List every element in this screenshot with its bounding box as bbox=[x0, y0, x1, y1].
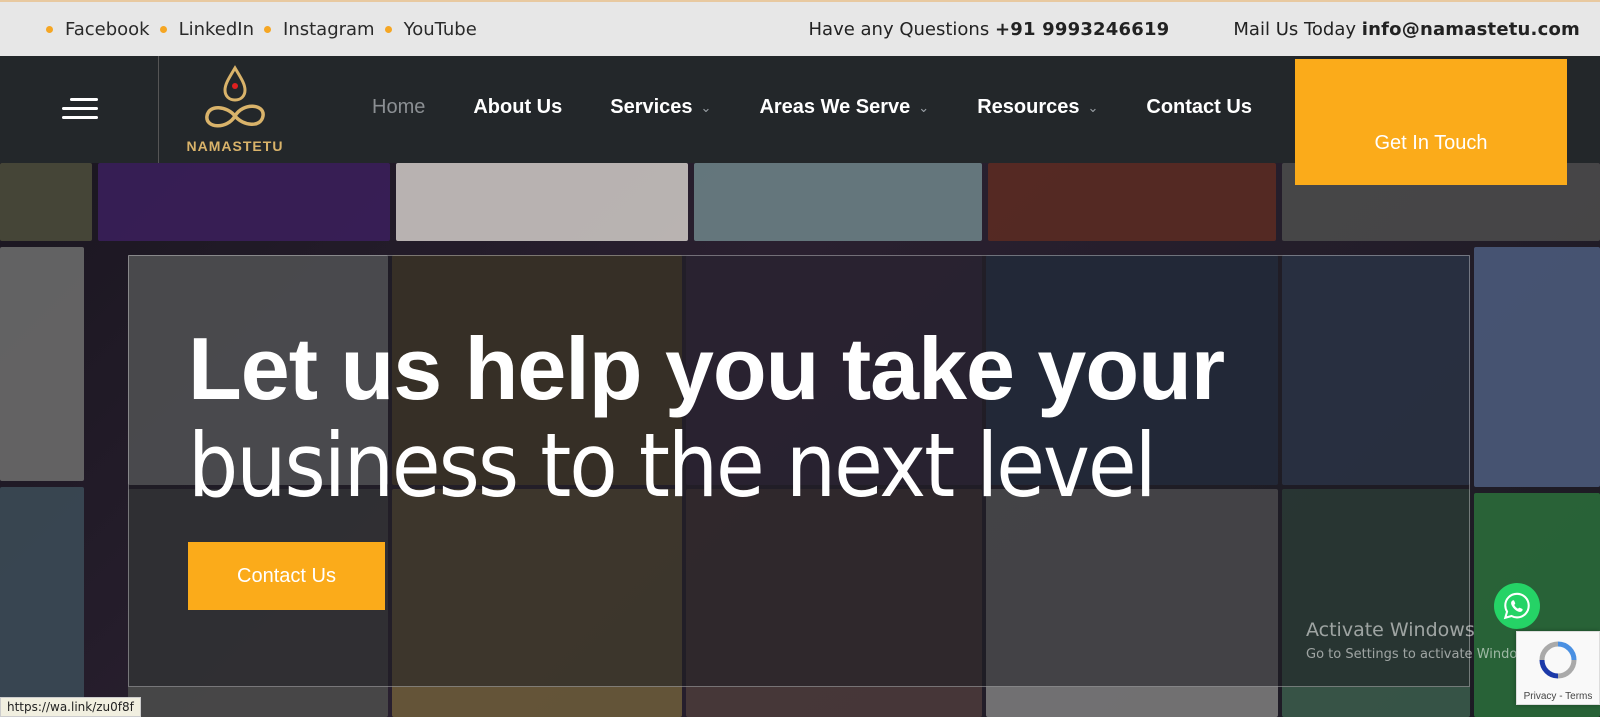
nav-item-label: Home bbox=[372, 96, 426, 118]
recaptcha-badge[interactable]: Privacy - Terms bbox=[1516, 631, 1600, 705]
nav-item-services[interactable]: Services ⌄ bbox=[610, 96, 711, 119]
bullet-dot-icon bbox=[46, 25, 53, 33]
bullet-dot-icon bbox=[159, 25, 167, 33]
email-info: Mail Us Today info@namastetu.com bbox=[1233, 19, 1580, 40]
hero-line-2: business to the next level bbox=[188, 414, 1157, 518]
get-in-touch-button[interactable]: Get In Touch bbox=[1295, 59, 1567, 185]
nav-item-areas[interactable]: Areas We Serve ⌄ bbox=[759, 96, 929, 119]
instagram-link[interactable]: Instagram bbox=[283, 19, 375, 40]
phone-info: Have any Questions +91 9993246619 bbox=[809, 19, 1170, 40]
nav-item-label: Services bbox=[610, 96, 693, 118]
nav-item-label: About Us bbox=[473, 96, 563, 118]
logo-text: NAMASTETU bbox=[186, 138, 284, 154]
phone-label: Have any Questions bbox=[808, 18, 990, 40]
recaptcha-terms[interactable]: Privacy - Terms bbox=[1517, 691, 1599, 702]
nav-menu: Home About Us Services ⌄ Areas We Serve ⌄ … bbox=[372, 96, 1300, 119]
facebook-link[interactable]: Facebook bbox=[65, 19, 150, 40]
contact-us-button[interactable]: Contact Us bbox=[188, 542, 385, 610]
browser-status-url: https://wa.link/zu0f8f bbox=[0, 697, 141, 717]
social-instagram[interactable]: Instagram bbox=[264, 19, 375, 40]
recaptcha-icon bbox=[1539, 641, 1577, 679]
youtube-link[interactable]: YouTube bbox=[404, 19, 477, 40]
bullet-dot-icon bbox=[264, 25, 272, 33]
hamburger-menu-icon[interactable] bbox=[62, 98, 98, 120]
bullet-dot-icon bbox=[384, 25, 392, 33]
nav-item-home[interactable]: Home bbox=[372, 96, 425, 119]
nav-item-contact[interactable]: Contact Us bbox=[1146, 96, 1252, 119]
social-facebook[interactable]: Facebook bbox=[46, 19, 150, 40]
activate-windows-watermark: Activate Windows Go to Settings to activ… bbox=[1306, 619, 1539, 662]
activate-windows-subtitle: Go to Settings to activate Windows. bbox=[1306, 647, 1539, 662]
nav-item-resources[interactable]: Resources ⌄ bbox=[977, 96, 1098, 119]
nav-divider bbox=[158, 56, 159, 163]
nav-item-about[interactable]: About Us bbox=[473, 96, 562, 119]
social-youtube[interactable]: YouTube bbox=[384, 19, 477, 40]
hero-line-1: Let us help you take your bbox=[188, 319, 1225, 418]
email-label: Mail Us Today bbox=[1233, 18, 1357, 40]
social-linkedin[interactable]: LinkedIn bbox=[159, 19, 254, 40]
linkedin-link[interactable]: LinkedIn bbox=[179, 19, 254, 40]
chevron-down-icon: ⌄ bbox=[1087, 99, 1099, 115]
hero-section: Let us help you take your business to th… bbox=[0, 163, 1600, 717]
chevron-down-icon: ⌄ bbox=[700, 99, 712, 115]
social-links: Facebook LinkedIn Instagram YouTube bbox=[46, 19, 487, 40]
logo[interactable]: NAMASTETU bbox=[180, 64, 290, 156]
nav-item-label: Resources bbox=[977, 96, 1080, 118]
nav-item-label: Contact Us bbox=[1146, 96, 1252, 118]
activate-windows-title: Activate Windows bbox=[1306, 619, 1475, 641]
top-bar: Facebook LinkedIn Instagram YouTube Have… bbox=[0, 0, 1600, 56]
phone-number[interactable]: +91 9993246619 bbox=[995, 19, 1169, 40]
hero-headline: Let us help you take your business to th… bbox=[188, 319, 1225, 518]
email-address[interactable]: info@namastetu.com bbox=[1362, 19, 1580, 40]
chevron-down-icon: ⌄ bbox=[918, 99, 930, 115]
nav-item-label: Areas We Serve bbox=[759, 96, 911, 118]
contact-info: Have any Questions +91 9993246619 Mail U… bbox=[809, 19, 1581, 40]
logo-infinity-icon bbox=[205, 65, 265, 128]
